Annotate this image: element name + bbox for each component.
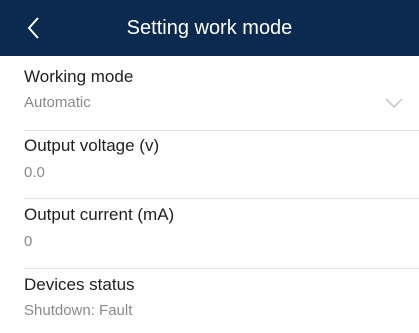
output-current-label: Output current (mA) <box>24 205 175 224</box>
output-voltage-label: Output voltage (v) <box>24 136 160 155</box>
devices-status-value: Shutdown: Fault <box>24 302 133 319</box>
working-mode-select[interactable]: Working mode Automatic <box>0 56 419 131</box>
output-voltage-field: Output voltage (v) 0.0 <box>0 131 419 199</box>
working-mode-value: Automatic <box>24 94 91 111</box>
top-bar: Setting work mode <box>0 0 419 56</box>
devices-status-label: Devices status <box>24 275 135 294</box>
page-title: Setting work mode <box>126 17 293 39</box>
output-current-field: Output current (mA) 0 <box>0 199 419 269</box>
working-mode-label: Working mode <box>24 67 134 86</box>
output-voltage-value: 0.0 <box>24 164 45 181</box>
chevron-down-icon[interactable] <box>385 97 403 109</box>
devices-status-field: Devices status Shutdown: Fault <box>0 269 419 333</box>
output-current-value: 0 <box>24 233 33 250</box>
